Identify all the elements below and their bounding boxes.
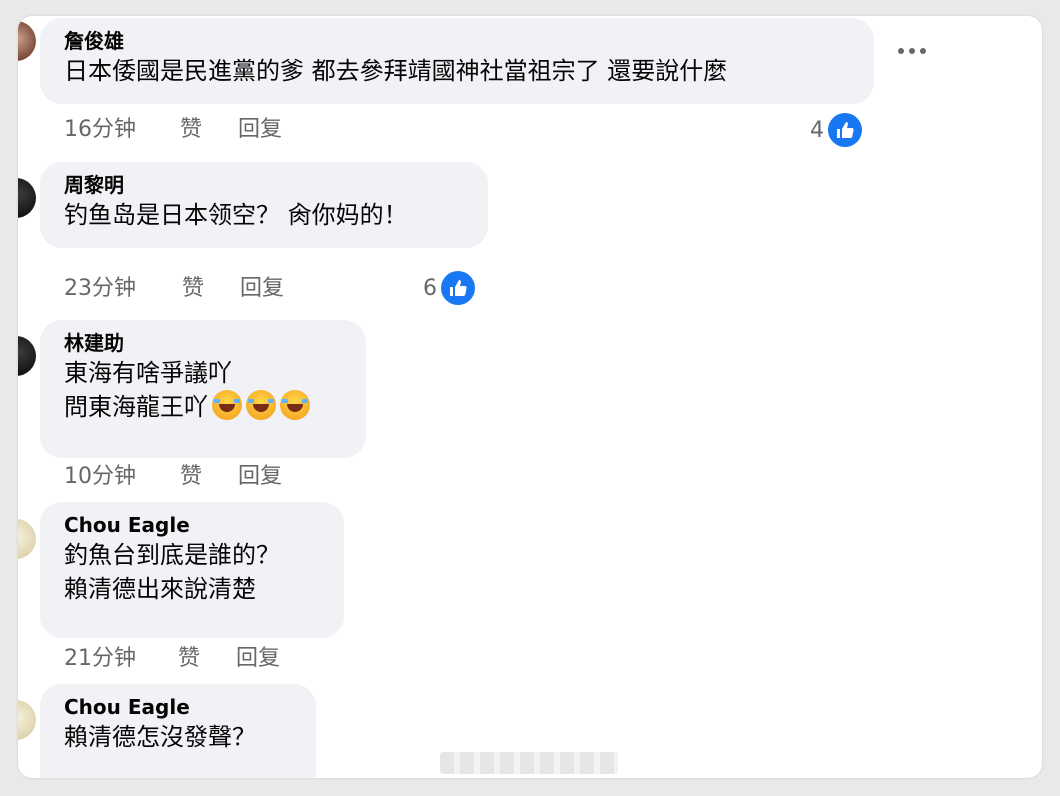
reply-button[interactable]: 回复 (238, 115, 282, 145)
like-button[interactable]: 赞 (182, 274, 204, 304)
reaction-summary[interactable]: 4 (810, 112, 862, 148)
comment-bubble: Chou Eagle 釣魚台到底是誰的？ 賴清德出來說清楚 (40, 502, 344, 638)
avatar[interactable] (18, 178, 36, 218)
comment-timestamp[interactable]: 21分钟 (64, 644, 136, 674)
comment-bubble: 詹俊雄 日本倭國是民進黨的爹 都去參拜靖國神社當祖宗了 還要說什麼 (40, 18, 874, 104)
comment-text: 東海有啥爭議吖 (64, 359, 232, 387)
comment-text: 钓鱼岛是日本领空？ 肏你妈的！ (64, 201, 408, 229)
like-button[interactable]: 赞 (180, 115, 202, 145)
comment-author[interactable]: Chou Eagle (64, 694, 292, 720)
comment-bubble: 林建助 東海有啥爭議吖 問東海龍王吖 (40, 320, 366, 458)
like-reaction-icon (441, 271, 475, 305)
comment-author[interactable]: 林建助 (64, 330, 342, 356)
avatar[interactable] (18, 336, 36, 376)
comment-author[interactable]: Chou Eagle (64, 512, 320, 538)
comment-actions: 23分钟 赞 回复 (64, 274, 364, 304)
comment-author[interactable]: 詹俊雄 (64, 28, 850, 54)
like-button[interactable]: 赞 (178, 644, 200, 674)
comment-actions: 10分钟 赞 回复 (64, 462, 364, 492)
comment-timestamp[interactable]: 23分钟 (64, 274, 136, 304)
comment-bubble: Chou Eagle 賴清德怎沒發聲？ (40, 684, 316, 778)
comment-author[interactable]: 周黎明 (64, 172, 464, 198)
reaction-count: 6 (423, 275, 437, 301)
reply-button[interactable]: 回复 (238, 462, 282, 492)
like-reaction-icon (828, 113, 862, 147)
rolling-on-floor-laughing-icon (280, 390, 310, 420)
like-button[interactable]: 赞 (180, 462, 202, 492)
comment-thread: 詹俊雄 日本倭國是民進黨的爹 都去參拜靖國神社當祖宗了 還要說什麼 16分钟 赞… (18, 16, 1042, 778)
comment-text: 問東海龍王吖 (64, 393, 208, 421)
avatar[interactable] (18, 519, 36, 559)
comment-text: 日本倭國是民進黨的爹 都去參拜靖國神社當祖宗了 還要說什麼 (64, 57, 728, 85)
comment-actions: 16分钟 赞 回复 (64, 115, 364, 145)
avatar[interactable] (18, 21, 36, 61)
reply-button[interactable]: 回复 (240, 274, 284, 304)
reaction-count: 4 (810, 117, 824, 143)
comment-text: 賴清德出來說清楚 (64, 575, 256, 603)
more-options-icon[interactable] (898, 48, 926, 54)
watermark (440, 752, 618, 774)
comment-timestamp[interactable]: 16分钟 (64, 115, 136, 145)
comment-text-line2: 問東海龍王吖 (64, 390, 342, 424)
reply-button[interactable]: 回复 (236, 644, 280, 674)
comment-actions: 21分钟 赞 回复 (64, 644, 364, 674)
comment-bubble: 周黎明 钓鱼岛是日本领空？ 肏你妈的！ (40, 162, 488, 248)
reaction-summary[interactable]: 6 (423, 270, 475, 306)
avatar[interactable] (18, 700, 36, 740)
comment-text: 賴清德怎沒發聲？ (64, 723, 256, 751)
rolling-on-floor-laughing-icon (212, 390, 242, 420)
comment-text: 釣魚台到底是誰的？ (64, 541, 280, 569)
comment-timestamp[interactable]: 10分钟 (64, 462, 136, 492)
rolling-on-floor-laughing-icon (246, 390, 276, 420)
